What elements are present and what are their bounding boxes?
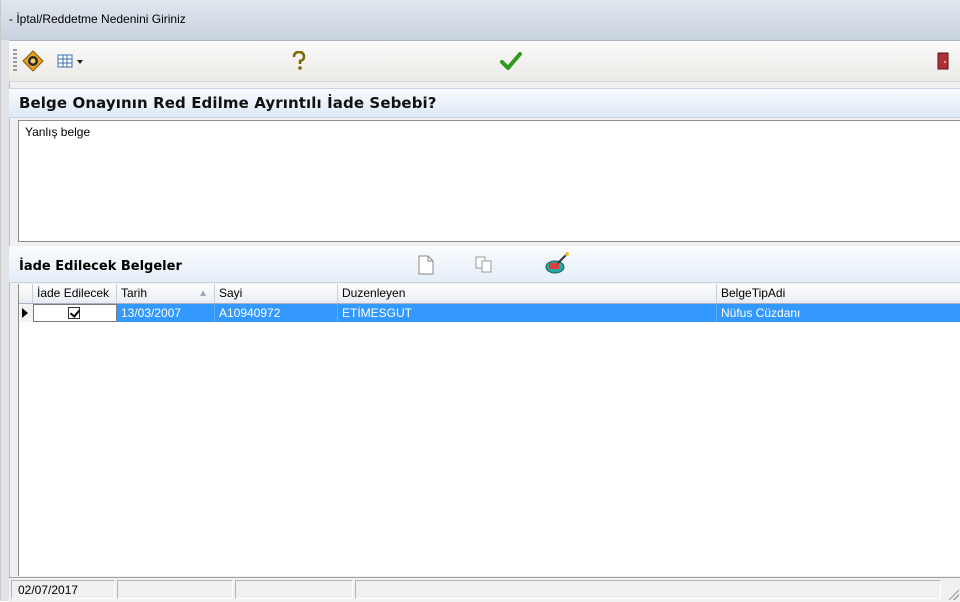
current-row-indicator bbox=[19, 304, 33, 322]
iade-checkbox[interactable] bbox=[68, 307, 80, 319]
status-panel-date: 02/07/2017 bbox=[11, 580, 115, 599]
toolbar-grip[interactable] bbox=[13, 49, 17, 73]
column-belgetipadi[interactable]: BelgeTipAdi bbox=[717, 284, 960, 303]
checkmark-icon[interactable] bbox=[499, 50, 523, 72]
help-icon[interactable] bbox=[289, 50, 309, 72]
reason-heading-bar: Belge Onayının Red Edilme Ayrıntılı İade… bbox=[9, 88, 960, 118]
cell-belgetipadi: Nüfus Cüzdanı bbox=[721, 306, 801, 320]
status-panel-2 bbox=[117, 580, 233, 599]
cell-duzenleyen: ETİMESGUT bbox=[338, 304, 717, 322]
resize-grip-icon[interactable] bbox=[947, 588, 959, 600]
grid-view-icon[interactable] bbox=[55, 50, 89, 72]
status-panel-4 bbox=[355, 580, 941, 599]
sort-ascending-icon: ▲ bbox=[198, 288, 208, 299]
table-row[interactable]: 13/03/2007 A10940972 ETİMESGUT Nüfus Cüz… bbox=[19, 304, 960, 322]
reason-textarea[interactable]: Yanlış belge bbox=[18, 120, 960, 242]
header-indicator bbox=[19, 284, 33, 303]
documents-bar: İade Edilecek Belgeler bbox=[9, 246, 960, 283]
column-tarih[interactable]: Tarih ▲ bbox=[117, 284, 215, 303]
new-document-icon[interactable] bbox=[415, 254, 437, 276]
column-duzenleyen[interactable]: Duzenleyen bbox=[338, 284, 717, 303]
dialog-window: - İptal/Reddetme Nedenini Giriniz Belge … bbox=[0, 0, 960, 602]
exit-door-icon[interactable] bbox=[935, 50, 951, 72]
status-bar: 02/07/2017 bbox=[9, 577, 960, 602]
cell-sayi: A10940972 bbox=[215, 304, 338, 322]
reason-question: Belge Onayının Red Edilme Ayrıntılı İade… bbox=[19, 94, 437, 112]
cell-tarih: 13/03/2007 bbox=[117, 304, 215, 322]
window-title: - İptal/Reddetme Nedenini Giriniz bbox=[9, 12, 186, 26]
column-iade-edilecek[interactable]: İade Edilecek bbox=[33, 284, 117, 303]
documents-label: İade Edilecek Belgeler bbox=[19, 259, 182, 274]
title-bar: - İptal/Reddetme Nedenini Giriniz bbox=[1, 0, 960, 41]
iade-checkbox-cell[interactable] bbox=[33, 304, 117, 322]
status-panel-3 bbox=[235, 580, 353, 599]
left-border bbox=[1, 40, 10, 601]
scan-wand-icon[interactable] bbox=[543, 252, 571, 274]
toolbar bbox=[9, 41, 960, 82]
copy-documents-icon[interactable] bbox=[473, 254, 495, 276]
documents-grid: İade Edilecek Tarih ▲ Sayi Duzenleyen Be… bbox=[18, 284, 960, 576]
status-date: 02/07/2017 bbox=[18, 583, 79, 597]
navigator-icon[interactable] bbox=[21, 50, 45, 72]
reason-text: Yanlış belge bbox=[25, 125, 91, 139]
column-sayi[interactable]: Sayi bbox=[215, 284, 338, 303]
grid-header: İade Edilecek Tarih ▲ Sayi Duzenleyen Be… bbox=[19, 284, 960, 304]
column-tarih-label: Tarih bbox=[121, 286, 148, 300]
